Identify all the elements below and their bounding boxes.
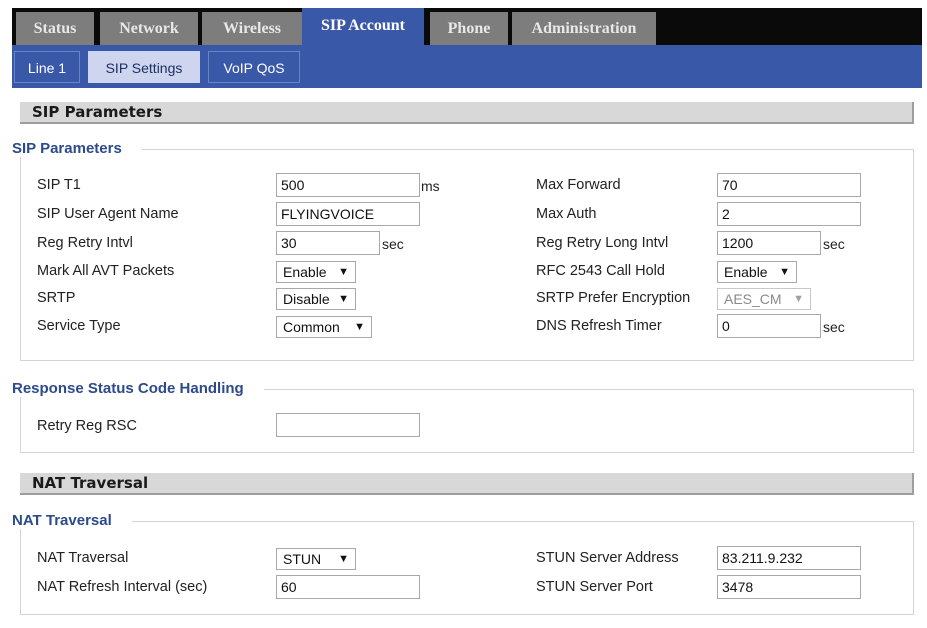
tab-sip-account[interactable]: SIP Account	[302, 8, 424, 45]
chevron-down-icon: ▼	[338, 293, 349, 305]
main-nav: Status Network Wireless SIP Account Phon…	[12, 8, 922, 45]
chevron-down-icon: ▼	[779, 266, 790, 278]
nat-refresh-input[interactable]: 60	[276, 575, 420, 599]
rfc2543-select[interactable]: Enable ▼	[717, 261, 797, 283]
sip-t1-input[interactable]: 500	[276, 173, 420, 197]
top-bar: Status Network Wireless SIP Account Phon…	[0, 0, 927, 45]
stun-address-label: STUN Server Address	[536, 550, 679, 566]
dns-refresh-input[interactable]: 0	[717, 314, 821, 338]
reg-retry-long-unit: sec	[823, 236, 845, 252]
mark-avt-select[interactable]: Enable ▼	[276, 261, 356, 283]
sip-t1-label: SIP T1	[37, 177, 81, 193]
chevron-down-icon: ▼	[354, 321, 365, 333]
nat-traversal-legend: NAT Traversal	[12, 512, 132, 529]
srtp-value: Disable	[283, 291, 330, 307]
retry-reg-rsc-label: Retry Reg RSC	[37, 418, 137, 434]
reg-retry-input[interactable]: 30	[276, 231, 380, 255]
srtp-encryption-select[interactable]: AES_CM ▼	[717, 288, 811, 310]
srtp-select[interactable]: Disable ▼	[276, 288, 356, 310]
reg-retry-long-input[interactable]: 1200	[717, 231, 821, 255]
stun-port-input[interactable]: 3478	[717, 575, 861, 599]
nat-traversal-header: NAT Traversal	[20, 473, 914, 495]
rfc2543-value: Enable	[724, 264, 768, 280]
dns-refresh-unit: sec	[823, 319, 845, 335]
chevron-down-icon: ▼	[338, 266, 349, 278]
stun-address-input[interactable]: 83.211.9.232	[717, 546, 861, 570]
response-status-legend: Response Status Code Handling	[12, 380, 264, 397]
sip-t1-unit: ms	[421, 178, 440, 194]
subtab-sip-settings[interactable]: SIP Settings	[88, 51, 200, 83]
max-auth-label: Max Auth	[536, 206, 597, 222]
tab-network[interactable]: Network	[100, 12, 198, 45]
service-type-value: Common	[283, 319, 340, 335]
sip-parameters-legend: SIP Parameters	[12, 140, 142, 157]
tab-wireless[interactable]: Wireless	[202, 12, 302, 45]
dns-refresh-label: DNS Refresh Timer	[536, 318, 662, 334]
nat-traversal-value: STUN	[283, 551, 322, 567]
srtp-encryption-value: AES_CM	[724, 291, 782, 307]
service-type-select[interactable]: Common ▼	[276, 316, 372, 338]
user-agent-label: SIP User Agent Name	[37, 206, 179, 222]
nat-traversal-select[interactable]: STUN ▼	[276, 548, 356, 570]
sub-nav: Line 1 SIP Settings VoIP QoS	[12, 45, 922, 88]
mark-avt-label: Mark All AVT Packets	[37, 263, 175, 279]
nat-refresh-label: NAT Refresh Interval (sec)	[37, 579, 208, 595]
tab-status[interactable]: Status	[16, 12, 94, 45]
reg-retry-label: Reg Retry Intvl	[37, 235, 133, 251]
subtab-line-1[interactable]: Line 1	[14, 51, 80, 83]
max-forward-label: Max Forward	[536, 177, 621, 193]
nat-traversal-label: NAT Traversal	[37, 550, 129, 566]
srtp-label: SRTP	[37, 290, 76, 306]
response-status-group	[20, 389, 914, 453]
user-agent-input[interactable]: FLYINGVOICE	[276, 202, 420, 226]
service-type-label: Service Type	[37, 318, 121, 334]
mark-avt-value: Enable	[283, 264, 327, 280]
subtab-voip-qos[interactable]: VoIP QoS	[208, 51, 300, 83]
reg-retry-long-label: Reg Retry Long Intvl	[536, 235, 669, 251]
max-forward-input[interactable]: 70	[717, 173, 861, 197]
chevron-down-icon: ▼	[338, 553, 349, 565]
tab-administration[interactable]: Administration	[512, 12, 656, 45]
stun-port-label: STUN Server Port	[536, 579, 653, 595]
max-auth-input[interactable]: 2	[717, 202, 861, 226]
retry-reg-rsc-input[interactable]	[276, 413, 420, 437]
rfc2543-label: RFC 2543 Call Hold	[536, 263, 665, 279]
reg-retry-unit: sec	[382, 236, 404, 252]
srtp-encryption-label: SRTP Prefer Encryption	[536, 290, 691, 306]
tab-phone[interactable]: Phone	[430, 12, 508, 45]
chevron-down-icon: ▼	[793, 293, 804, 305]
sip-parameters-header: SIP Parameters	[20, 102, 914, 124]
